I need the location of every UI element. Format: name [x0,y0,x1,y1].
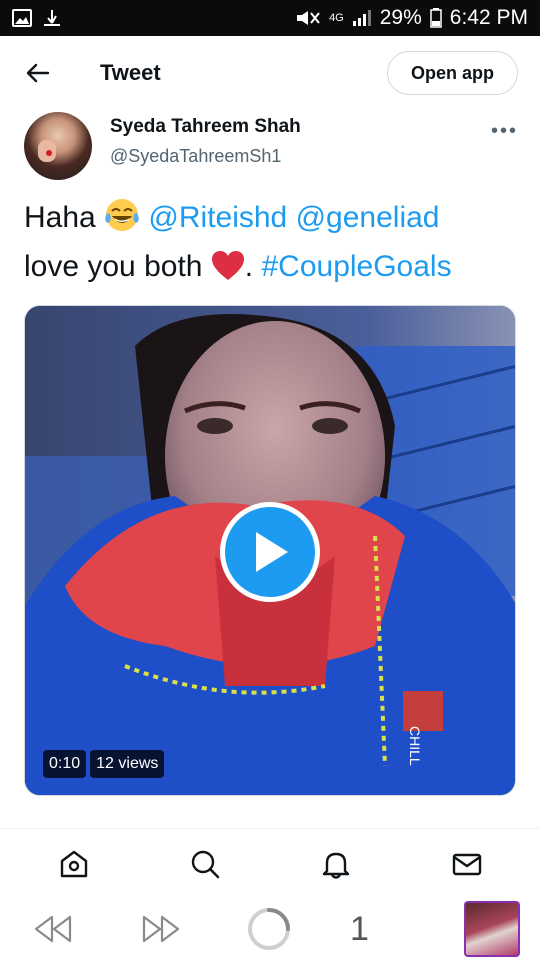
browser-toolbar: 1 [0,898,540,960]
svg-text:CHILL: CHILL [407,726,423,766]
battery-icon [430,8,442,28]
tweet-text-part: love you both [24,250,211,283]
tweet-text-part: Haha [24,201,105,234]
more-dots-icon: ••• [490,120,518,142]
gallery-icon [12,9,32,27]
nav-explore[interactable] [175,834,235,894]
tweet-timestamp-clipped: ​ [24,820,424,828]
browser-reload-button[interactable] [246,906,292,952]
open-app-button[interactable]: Open app [386,51,518,95]
browser-back-button[interactable] [34,915,74,943]
back-arrow-icon [26,63,50,83]
more-options-button[interactable]: ••• [491,120,518,143]
browser-forward-button[interactable] [140,915,180,943]
fast-forward-icon [142,915,180,943]
tab-count-button[interactable]: 1 [350,910,369,949]
status-bar: 4G 29% 6:42 PM [0,0,540,36]
author-display-name[interactable]: Syeda Tahreem Shah [110,116,301,138]
bottom-nav [0,828,540,898]
play-icon [256,532,288,572]
back-button[interactable] [22,57,54,89]
search-icon [191,850,219,878]
mute-icon [295,9,321,27]
hashtag-link[interactable]: #CoupleGoals [261,250,451,283]
top-app-bar: Tweet Open app [0,36,540,110]
nav-notifications[interactable] [306,834,366,894]
laughing-tears-emoji-icon [104,197,140,245]
signal-icon [352,9,372,27]
usb-icon [42,9,62,27]
battery-percent: 29% [379,6,422,29]
red-heart-emoji-icon [211,250,245,294]
rewind-icon [34,915,72,943]
avatar[interactable] [24,112,92,180]
page-title: Tweet [100,60,161,85]
tweet-text-part: . [244,250,262,283]
mention-link[interactable]: @Riteishd [148,201,287,234]
video-duration-badge: 0:10 [43,750,87,778]
tweet-text: Haha @Riteishd @geneliad love you both .… [24,196,518,294]
nav-messages[interactable] [437,834,497,894]
clock: 6:42 PM [449,6,528,29]
video-views-badge: 12 views [90,750,165,778]
play-button[interactable] [220,502,320,602]
tweet-author: Syeda Tahreem Shah @SyedaTahreemSh1 ••• [24,112,518,184]
mail-icon [452,853,481,875]
loading-spinner-icon [248,908,290,950]
bell-icon [322,852,349,879]
video-player[interactable]: CHILL 0:10 12 views [24,305,516,796]
profile-thumbnail[interactable] [464,901,520,957]
network-type-label: 4G [329,12,344,24]
mention-link[interactable]: @geneliad [296,201,440,234]
home-icon [60,850,87,877]
nav-home[interactable] [44,834,104,894]
author-handle[interactable]: @SyedaTahreemSh1 [110,146,301,167]
